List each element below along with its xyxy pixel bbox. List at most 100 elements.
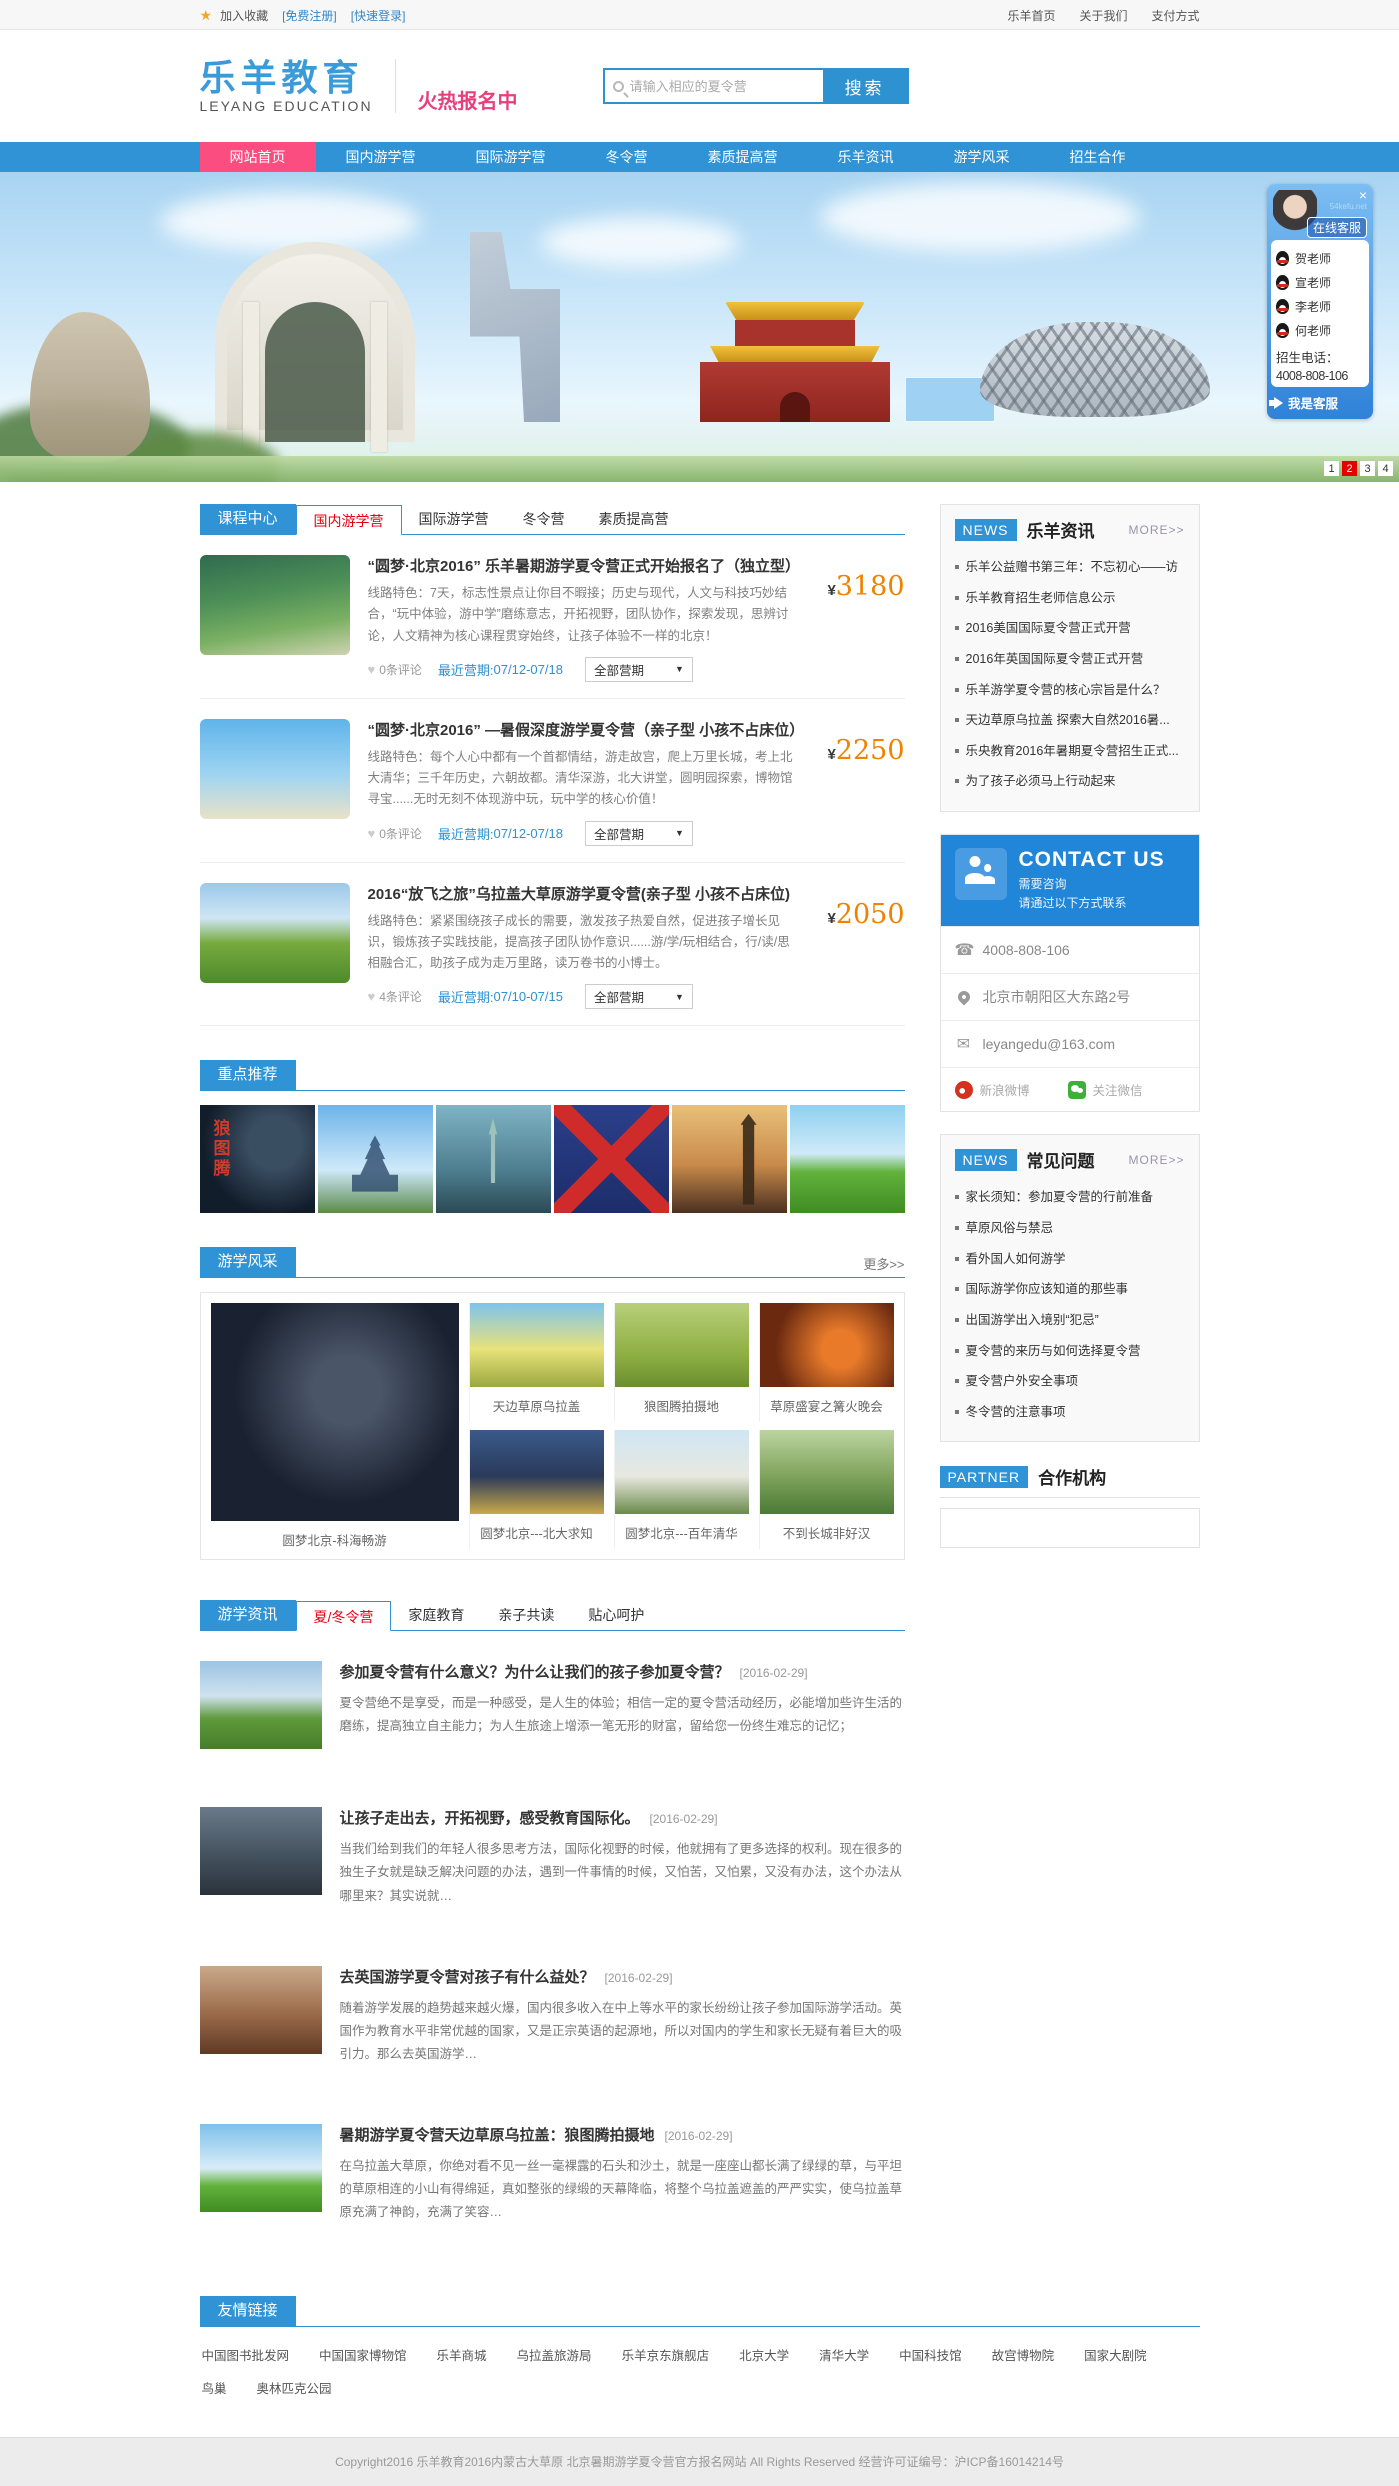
friend-link[interactable]: 清华大学 (819, 2345, 869, 2364)
sidebar-faq-item[interactable]: 国际游学你应该知道的那些事 (955, 1274, 1185, 1305)
gallery-item[interactable]: 圆梦北京---北大求知 (469, 1430, 604, 1549)
recommend-image-temple-of-heaven[interactable] (318, 1105, 433, 1213)
gallery-item[interactable]: 不到长城非好汉 (759, 1430, 894, 1549)
course-tab-quality[interactable]: 素质提高营 (582, 504, 686, 534)
article-title[interactable]: 去英国游学夏令营对孩子有什么益处？ (340, 1966, 595, 1987)
friend-link[interactable]: 北京大学 (739, 2345, 789, 2364)
weibo-link[interactable]: 新浪微博 (955, 1080, 1030, 1099)
course-title[interactable]: “圆梦·北京2016” —暑假深度游学夏令营（亲子型 小孩不占床位） (368, 719, 800, 740)
recommend-image-wolf-totem[interactable]: 狼图腾 (200, 1105, 315, 1213)
course-tab-international[interactable]: 国际游学营 (402, 504, 506, 534)
topbar-payment-link[interactable]: 支付方式 (1151, 7, 1199, 24)
gallery-photo-peking-university (470, 1430, 604, 1514)
sidebar-news-item[interactable]: 2016美国国际夏令营正式开营 (955, 613, 1185, 644)
friend-link[interactable]: 国家大剧院 (1084, 2345, 1147, 2364)
session-select[interactable]: 全部营期 ▼ (585, 657, 693, 682)
article-title[interactable]: 暑期游学夏令营天边草原乌拉盖：狼图腾拍摄地 (340, 2124, 655, 2145)
nav-item-winter-camp[interactable]: 冬令营 (576, 142, 678, 172)
news-tab-family-education[interactable]: 家庭教育 (391, 1600, 481, 1630)
register-link[interactable]: [免费注册] (282, 7, 337, 24)
course-thumbnail-beijing-kids[interactable] (200, 719, 350, 819)
nav-item-domestic-camp[interactable]: 国内游学营 (316, 142, 446, 172)
nav-item-international-camp[interactable]: 国际游学营 (446, 142, 576, 172)
friend-link[interactable]: 乐羊京东旗舰店 (622, 2345, 710, 2364)
course-thumbnail-grassland[interactable] (200, 883, 350, 983)
friend-link[interactable]: 乐羊商城 (437, 2345, 487, 2364)
recommend-image-big-ben[interactable] (672, 1105, 787, 1213)
course-item: “圆梦·北京2016” 乐羊暑期游学夏令营正式开始报名了（独立型） 线路特色：7… (200, 535, 905, 699)
topbar-about-link[interactable]: 关于我们 (1079, 7, 1127, 24)
friend-link[interactable]: 乌拉盖旅游局 (517, 2345, 592, 2364)
nav-item-news[interactable]: 乐羊资讯 (808, 142, 924, 172)
sidebar-faq-item[interactable]: 草原风俗与禁忌 (955, 1213, 1185, 1244)
sidebar-news-more-link[interactable]: MORE>> (1128, 523, 1184, 537)
session-select[interactable]: 全部营期 ▼ (585, 821, 693, 846)
banner-page-4[interactable]: 4 (1378, 461, 1393, 476)
logo[interactable]: 乐羊教育 LEYANG EDUCATION (200, 58, 373, 114)
course-title[interactable]: “圆梦·北京2016” 乐羊暑期游学夏令营正式开始报名了（独立型） (368, 555, 800, 576)
recommend-image-statue-of-liberty[interactable] (436, 1105, 551, 1213)
banner-page-3[interactable]: 3 (1360, 461, 1375, 476)
sidebar-news-item[interactable]: 乐央教育2016年暑期夏令营招生正式... (955, 736, 1185, 767)
friend-link[interactable]: 中国科技馆 (899, 2345, 962, 2364)
gallery-item[interactable]: 天边草原乌拉盖 (469, 1303, 604, 1422)
recommend-image-green-field[interactable] (790, 1105, 905, 1213)
service-teacher-he2[interactable]: 何老师 (1276, 318, 1364, 342)
service-teacher-xuan[interactable]: 宣老师 (1276, 270, 1364, 294)
nav-item-cooperation[interactable]: 招生合作 (1040, 142, 1156, 172)
search-input[interactable] (624, 70, 823, 102)
session-select[interactable]: 全部营期 ▼ (585, 984, 693, 1009)
sidebar-news-item[interactable]: 乐羊公益赠书第三年：不忘初心——访 (955, 552, 1185, 583)
friend-link[interactable]: 故宫博物院 (992, 2345, 1055, 2364)
login-link[interactable]: [快速登录] (351, 7, 406, 24)
service-teacher-he[interactable]: 贺老师 (1276, 246, 1364, 270)
sidebar-faq-item[interactable]: 看外国人如何游学 (955, 1244, 1185, 1275)
news-tab-parent-child-reading[interactable]: 亲子共读 (481, 1600, 571, 1630)
sidebar-news-item[interactable]: 天边草原乌拉盖 探索大自然2016暑... (955, 705, 1185, 736)
article-thumbnail[interactable] (200, 1807, 322, 1895)
nav-item-quality-camp[interactable]: 素质提高营 (678, 142, 808, 172)
add-favorite-link[interactable]: 加入收藏 (220, 7, 268, 24)
course-tab-domestic[interactable]: 国内游学营 (296, 505, 402, 535)
sidebar-faq-item[interactable]: 夏令营户外安全事项 (955, 1366, 1185, 1397)
service-teacher-li[interactable]: 李老师 (1276, 294, 1364, 318)
i-am-service-button[interactable]: 我是客服 (1271, 387, 1369, 415)
recommend-image-uk-flag[interactable] (554, 1105, 669, 1213)
sidebar-faq-item[interactable]: 夏令营的来历与如何选择夏令营 (955, 1336, 1185, 1367)
nav-item-gallery[interactable]: 游学风采 (924, 142, 1040, 172)
sidebar-faq-item[interactable]: 家长须知：参加夏令营的行前准备 (955, 1182, 1185, 1213)
topbar-home-link[interactable]: 乐羊首页 (1007, 7, 1055, 24)
gallery-item[interactable]: 圆梦北京---百年清华 (614, 1430, 749, 1549)
sidebar-news-item[interactable]: 为了孩子必须马上行动起来 (955, 766, 1185, 797)
wechat-link[interactable]: 关注微信 (1068, 1080, 1143, 1099)
friend-link[interactable]: 中国国家博物馆 (319, 2345, 407, 2364)
news-tab-summer-winter-camp[interactable]: 夏/冬令营 (296, 1601, 392, 1631)
banner-page-2[interactable]: 2 (1342, 461, 1357, 476)
article-title[interactable]: 让孩子走出去，开拓视野，感受教育国际化。 (340, 1807, 640, 1828)
article-thumbnail[interactable] (200, 1661, 322, 1749)
nav-item-home[interactable]: 网站首页 (200, 142, 316, 172)
gallery-more-link[interactable]: 更多>> (863, 1254, 904, 1277)
gallery-item[interactable]: 草原盛宴之篝火晚会 (759, 1303, 894, 1422)
sidebar-news-item[interactable]: 乐羊教育招生老师信息公示 (955, 583, 1185, 614)
article-thumbnail[interactable] (200, 1966, 322, 2054)
gallery-item[interactable]: 狼图腾拍摄地 (614, 1303, 749, 1422)
friend-link[interactable]: 鸟巢 (202, 2378, 227, 2397)
gallery-featured-photo[interactable]: 圆梦北京-科海畅游 (211, 1303, 459, 1549)
article-title[interactable]: 参加夏令营有什么意义？为什么让我们的孩子参加夏令营？ (340, 1661, 730, 1682)
sidebar-news-item[interactable]: 乐羊游学夏令营的核心宗旨是什么？ (955, 675, 1185, 706)
friend-link[interactable]: 中国图书批发网 (202, 2345, 290, 2364)
article-thumbnail[interactable] (200, 2124, 322, 2212)
search-button[interactable]: 搜索 (823, 70, 907, 102)
sidebar-faq-more-link[interactable]: MORE>> (1128, 1153, 1184, 1167)
course-tab-winter[interactable]: 冬令营 (506, 504, 582, 534)
sidebar-faq-item[interactable]: 冬令营的注意事项 (955, 1397, 1185, 1428)
sidebar-news-item[interactable]: 2016年英国国际夏令营正式开营 (955, 644, 1185, 675)
course-title[interactable]: 2016“放飞之旅”乌拉盖大草原游学夏令营(亲子型 小孩不占床位) (368, 883, 800, 904)
close-icon[interactable]: × (1359, 188, 1367, 202)
banner-page-1[interactable]: 1 (1324, 461, 1339, 476)
course-thumbnail-great-wall[interactable] (200, 555, 350, 655)
friend-link[interactable]: 奥林匹克公园 (257, 2378, 332, 2397)
sidebar-faq-item[interactable]: 出国游学出入境别“犯忌” (955, 1305, 1185, 1336)
news-tab-care[interactable]: 贴心呵护 (571, 1600, 661, 1630)
